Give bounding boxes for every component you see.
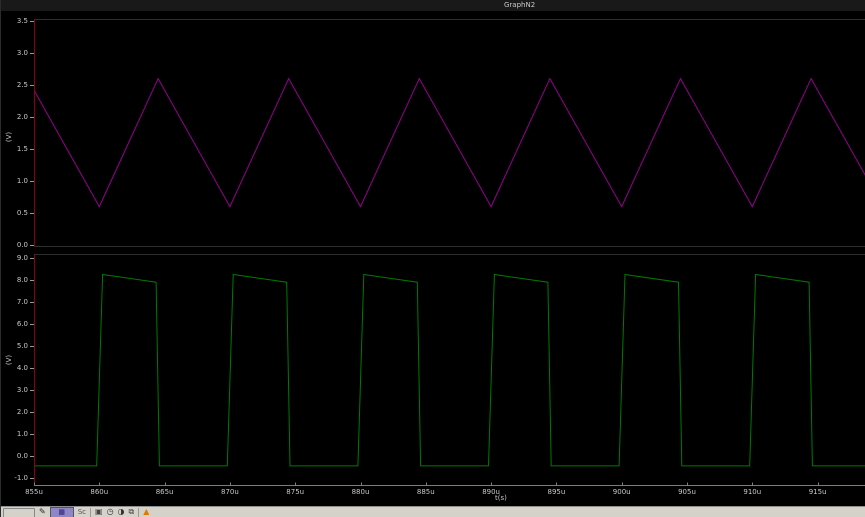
square-wave-trace xyxy=(34,273,865,467)
pen-icon[interactable]: ✎ xyxy=(39,507,46,517)
toolbar-separator xyxy=(90,508,91,517)
toolbar-separator xyxy=(138,508,140,517)
toolbar-text: Sc xyxy=(77,508,86,516)
graph-window: GraphN2 855u 860u 865u 870u 875u 880u 885u 890u… xyxy=(0,0,865,517)
warning-icon[interactable]: ▲ xyxy=(143,507,149,517)
overlap-windows-icon[interactable]: ⧉ xyxy=(129,507,135,517)
half-circle-icon[interactable]: ◑ xyxy=(118,507,125,517)
bottom-toolbar: ✎ ▦ Sc ▣ ◷ ◑ ⧉ ▲ xyxy=(1,506,865,517)
toolbar-left-button[interactable] xyxy=(3,508,35,517)
waveform-canvas xyxy=(30,19,865,486)
plot-area[interactable]: 855u 860u 865u 870u 875u 880u 885u 890u 895u 900u… xyxy=(1,0,865,517)
clock-icon[interactable]: ◷ xyxy=(107,507,114,517)
window-title: GraphN2 xyxy=(504,1,536,9)
window-icon[interactable]: ▣ xyxy=(95,507,103,517)
active-tool-icon[interactable]: ▦ xyxy=(49,507,74,517)
triangle-wave-trace xyxy=(34,77,865,208)
window-title-bar[interactable]: GraphN2 xyxy=(1,0,865,11)
